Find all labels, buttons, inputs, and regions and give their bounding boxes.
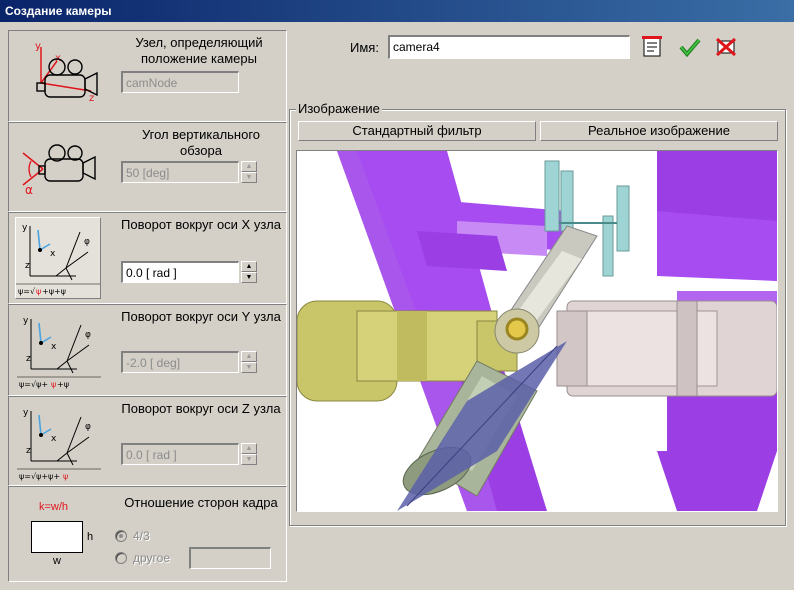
spin-down-icon[interactable]: ▼ (241, 272, 257, 283)
svg-text:ψ=√ψ+: ψ=√ψ+ (19, 380, 48, 389)
svg-text:φ: φ (85, 422, 91, 432)
rotx-icon-button[interactable]: y z x φ ψ=√ ψ +ψ+ψ (15, 217, 101, 299)
name-label: Имя: (350, 40, 379, 55)
fov-label: Угол вертикального обзора (141, 127, 261, 158)
window-title: Создание камеры (0, 0, 794, 22)
svg-text:y: y (23, 408, 29, 418)
spin-up-icon[interactable]: ▲ (241, 261, 257, 272)
notepad-icon[interactable] (640, 36, 664, 58)
roty-field[interactable]: -2.0 [ deg] (121, 351, 239, 373)
spin-up-icon[interactable]: ▲ (241, 443, 257, 454)
camera-axes-icon: y x z (35, 41, 98, 104)
svg-text:ψ: ψ (63, 472, 68, 481)
svg-text:+ψ+ψ: +ψ+ψ (42, 287, 66, 296)
rotz-panel: y z x φ ψ=√ψ+ψ+ ψ Поворот вокруг оси Z у… (8, 396, 287, 486)
space-station-render (297, 151, 777, 511)
svg-text:y: y (35, 41, 41, 52)
rotz-spinner[interactable]: ▲ ▼ (241, 443, 257, 465)
camera-angle-icon: α (22, 144, 96, 197)
cancel-x-icon[interactable] (714, 36, 738, 58)
rotation-axes-icon: y z x φ ψ=√ψ+ ψ +ψ (17, 316, 101, 389)
rotation-axes-icon: y z x φ ψ=√ψ+ψ+ ψ (17, 408, 101, 481)
svg-text:x: x (51, 342, 57, 352)
svg-text:ψ: ψ (36, 287, 41, 296)
fov-spinner[interactable]: ▲ ▼ (241, 161, 257, 183)
name-field[interactable]: camera4 (388, 35, 630, 59)
spin-up-icon[interactable]: ▲ (241, 351, 257, 362)
svg-text:φ: φ (84, 237, 90, 247)
frame-w-label: w (53, 555, 61, 567)
tab-standard-filter[interactable]: Стандартный фильтр (298, 121, 536, 141)
ok-check-icon[interactable] (678, 36, 702, 58)
image-group-title: Изображение (296, 101, 382, 116)
roty-spinner[interactable]: ▲ ▼ (241, 351, 257, 373)
svg-text:z: z (25, 261, 30, 271)
fov-field[interactable]: 50 [deg] (121, 161, 239, 183)
aspect-formula: k=w/h (39, 501, 69, 513)
node-label: Узел, определяющий положение камеры (135, 35, 263, 66)
roty-panel: y z x φ ψ=√ψ+ ψ +ψ Поворот вокруг оси Y … (8, 304, 287, 396)
rotz-field[interactable]: 0.0 [ rad ] (121, 443, 239, 465)
svg-text:ψ=√: ψ=√ (18, 287, 36, 296)
aspect-other-radio[interactable] (115, 552, 127, 564)
aspect-4-3-label: 4/3 (133, 529, 150, 543)
spin-down-icon[interactable]: ▼ (241, 172, 257, 183)
roty-label: Поворот вокруг оси Y узла (121, 309, 281, 324)
spin-up-icon[interactable]: ▲ (241, 161, 257, 172)
svg-text:ψ=√ψ+ψ+: ψ=√ψ+ψ+ (19, 472, 60, 481)
aspect-other-field[interactable] (189, 547, 271, 569)
spin-down-icon[interactable]: ▼ (241, 454, 257, 465)
rotx-label: Поворот вокруг оси X узла (121, 217, 281, 232)
rotx-field[interactable]: 0.0 [ rad ] (121, 261, 239, 283)
svg-text:ψ: ψ (51, 380, 56, 389)
rotx-spinner[interactable]: ▲ ▼ (241, 261, 257, 283)
svg-text:z: z (26, 446, 31, 456)
svg-text:x: x (51, 434, 57, 444)
aspect-label: Отношение сторон кадра (124, 495, 278, 510)
svg-text:α: α (25, 183, 33, 197)
aspect-4-3-radio[interactable] (115, 530, 127, 542)
frame-rect-icon (31, 521, 83, 553)
tab-real-image[interactable]: Реальное изображение (540, 121, 778, 141)
svg-text:z: z (26, 354, 31, 364)
svg-text:y: y (22, 223, 28, 233)
aspect-other-label: другое (133, 551, 171, 565)
rotx-panel: y z x φ ψ=√ ψ +ψ+ψ Поворот вокруг оси X … (8, 212, 287, 304)
node-field[interactable]: camNode (121, 71, 239, 93)
frame-h-label: h (87, 531, 94, 543)
svg-text:z: z (89, 93, 94, 104)
spin-down-icon[interactable]: ▼ (241, 362, 257, 373)
svg-text:φ: φ (85, 330, 91, 340)
svg-text:x: x (50, 249, 56, 259)
svg-text:y: y (23, 316, 29, 326)
svg-text:+ψ: +ψ (57, 380, 69, 389)
aspect-panel: k=w/h h w Отношение сторон кадра 4/3 дру… (8, 486, 287, 582)
node-panel: y x z Узел, определяющий положение камер… (8, 30, 287, 122)
camera-view[interactable] (296, 150, 778, 512)
rotation-axes-icon: y z x φ ψ=√ ψ +ψ+ψ (16, 223, 100, 296)
fov-panel: α Угол вертикального обзора 50 [deg] ▲ ▼ (8, 122, 287, 212)
rotz-label: Поворот вокруг оси Z узла (121, 401, 281, 416)
